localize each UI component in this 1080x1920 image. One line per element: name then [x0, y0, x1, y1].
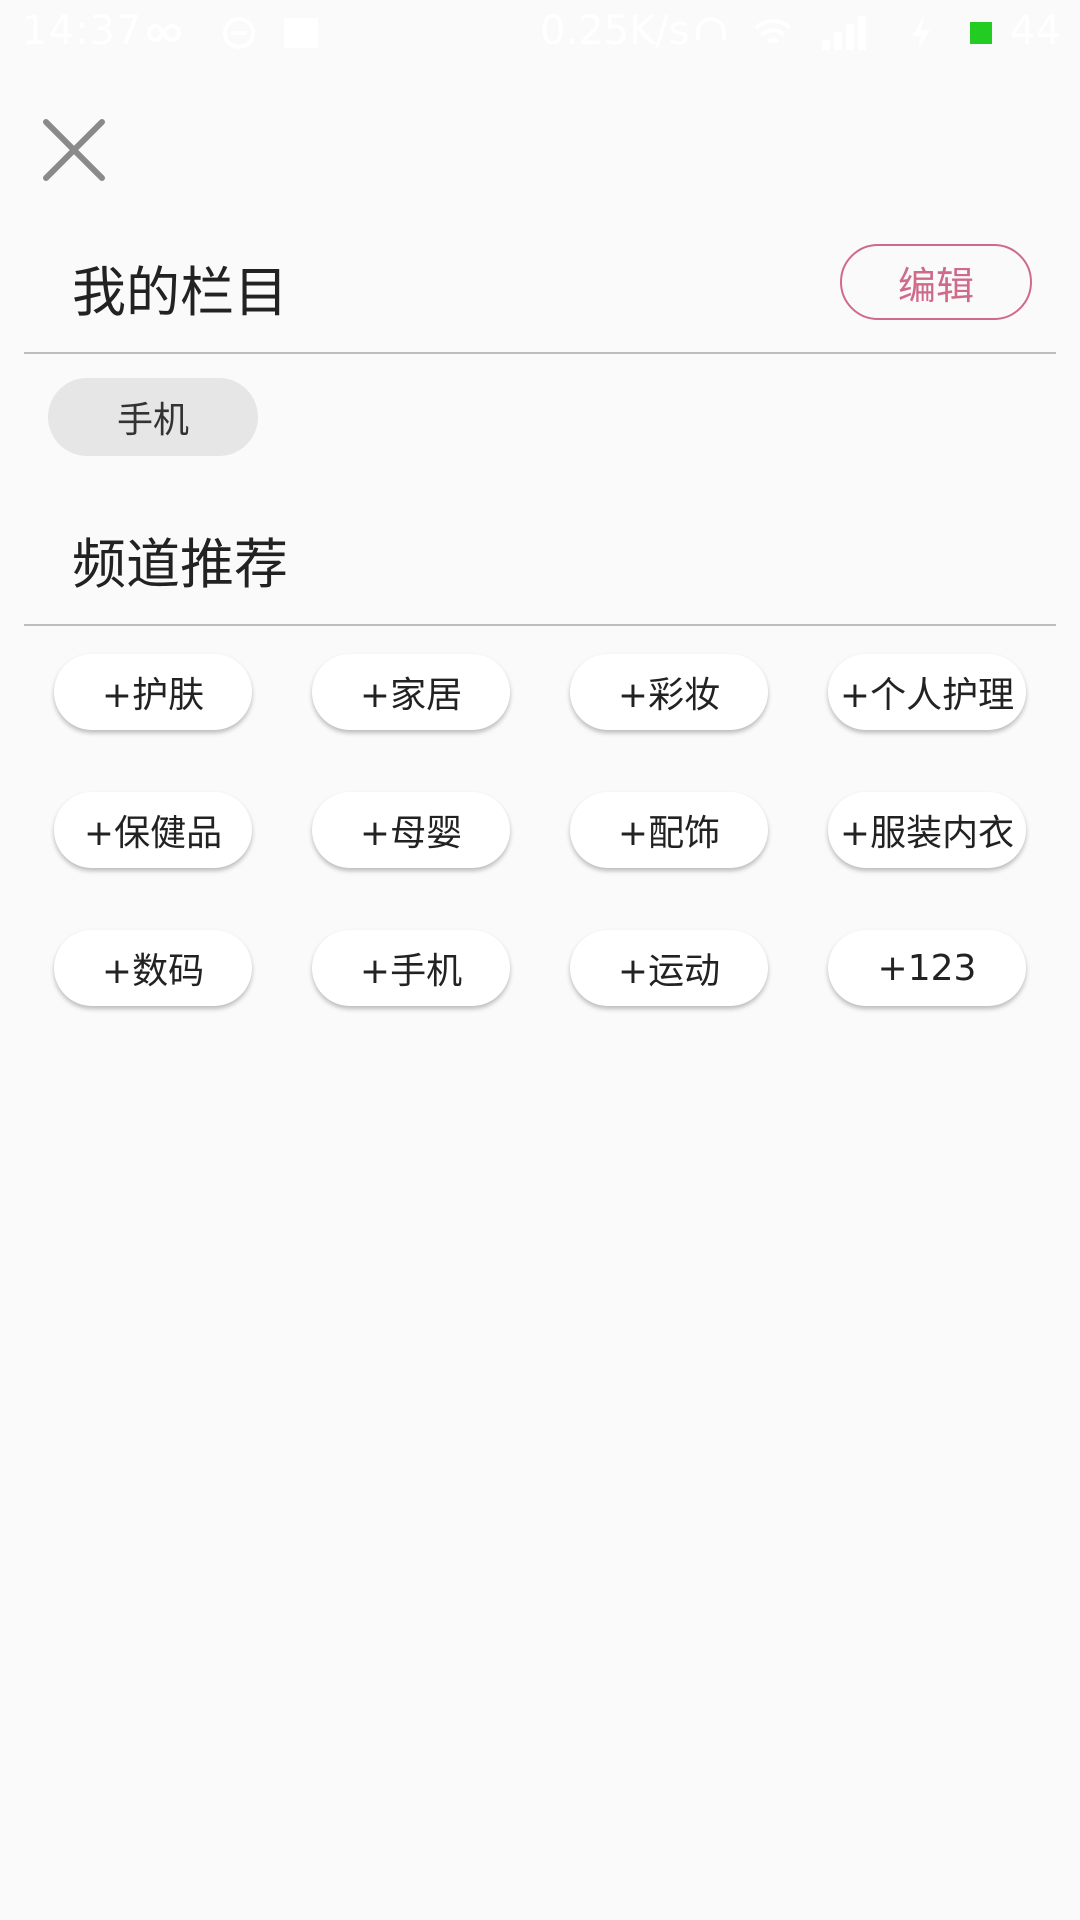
signal-icon — [822, 16, 866, 50]
status-bar: 14:37 0.25K/s 44 — [0, 0, 1080, 66]
battery-indicator — [970, 22, 992, 44]
infinity-icon — [147, 23, 181, 43]
battery-level: 44 — [1010, 8, 1061, 54]
close-icon[interactable] — [36, 112, 112, 188]
status-time: 14:37 — [22, 8, 143, 54]
recommend-chip[interactable]: +手机 — [312, 930, 510, 1006]
recommend-chip[interactable]: +家居 — [312, 654, 510, 730]
recommend-chip[interactable]: +保健品 — [54, 792, 252, 868]
my-column-chip[interactable]: 手机 — [48, 378, 258, 456]
headset-icon — [696, 17, 726, 40]
my-columns-title: 我的栏目 — [72, 261, 288, 324]
recommend-chip[interactable]: +运动 — [570, 930, 768, 1006]
recommend-chip[interactable]: +数码 — [54, 930, 252, 1006]
recommend-chip[interactable]: +服装内衣 — [828, 792, 1026, 868]
recommend-chip[interactable]: +护肤 — [54, 654, 252, 730]
recommend-chip[interactable]: +母婴 — [312, 792, 510, 868]
recommend-chip[interactable]: +彩妆 — [570, 654, 768, 730]
network-speed: 0.25K/s — [540, 8, 690, 54]
divider — [24, 352, 1056, 354]
recommend-chip[interactable]: +个人护理 — [828, 654, 1026, 730]
recommend-chip[interactable]: +配饰 — [570, 792, 768, 868]
image-icon — [284, 18, 318, 48]
sync-icon — [223, 17, 255, 49]
wifi-icon — [754, 18, 792, 44]
charging-icon — [912, 16, 930, 50]
divider — [24, 624, 1056, 626]
recommended-title: 频道推荐 — [72, 533, 288, 596]
recommend-chip[interactable]: +123 — [828, 930, 1026, 1006]
edit-button[interactable]: 编辑 — [840, 244, 1032, 320]
